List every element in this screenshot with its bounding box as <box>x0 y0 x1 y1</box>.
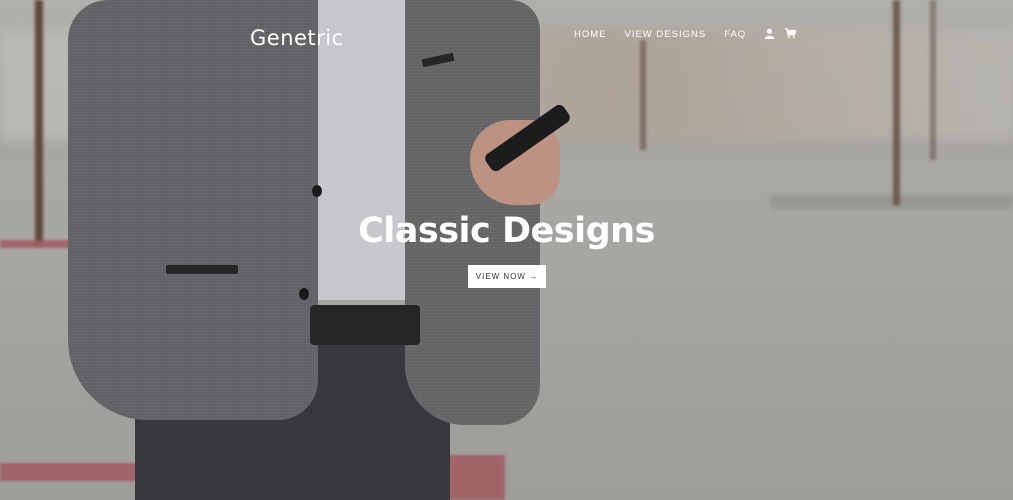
view-now-button[interactable]: VIEW NOW → <box>468 265 546 288</box>
site-header: Genetric HOME VIEW DESIGNS FAQ <box>0 0 1013 70</box>
hero-title: Classic Designs <box>358 211 655 251</box>
hero-banner: Genetric HOME VIEW DESIGNS FAQ Classic D… <box>0 0 1013 500</box>
site-logo[interactable]: Genetric <box>250 26 344 50</box>
nav-view-designs[interactable]: VIEW DESIGNS <box>625 29 707 40</box>
cart-icon[interactable] <box>785 28 797 40</box>
nav-home[interactable]: HOME <box>574 29 607 40</box>
nav-faq[interactable]: FAQ <box>724 29 746 40</box>
main-nav: HOME VIEW DESIGNS FAQ <box>574 28 806 40</box>
user-icon[interactable] <box>764 28 776 40</box>
